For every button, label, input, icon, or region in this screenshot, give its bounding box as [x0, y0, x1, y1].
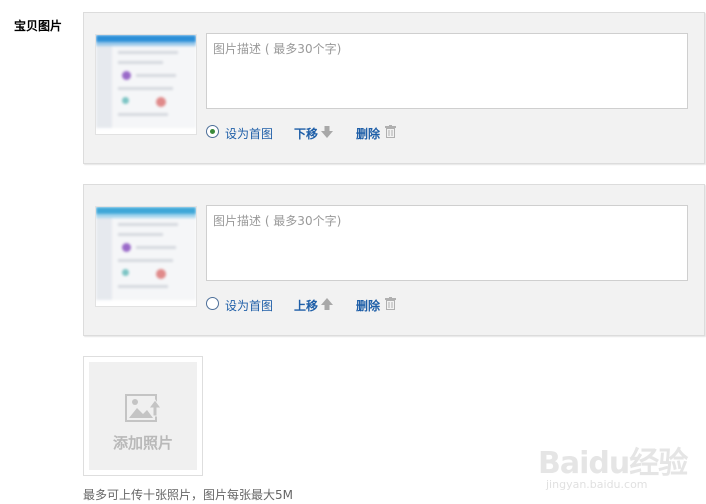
delete-button[interactable]: 删除 — [356, 297, 380, 314]
delete-button[interactable]: 删除 — [356, 125, 380, 142]
trash-icon[interactable] — [385, 297, 396, 310]
arrow-down-icon[interactable] — [321, 126, 333, 138]
set-cover-label[interactable]: 设为首图 — [225, 297, 273, 314]
set-cover-label[interactable]: 设为首图 — [225, 125, 273, 142]
card-actions: 设为首图 上移 删除 — [206, 295, 506, 313]
set-cover-radio[interactable] — [206, 297, 219, 310]
photo-card: 图片描述 ( 最多30个字) 设为首图 上移 删除 — [83, 184, 705, 336]
upload-hint: 最多可上传十张照片，图片每张最大5M — [83, 488, 293, 502]
image-upload-icon — [125, 394, 161, 422]
photo-thumbnail[interactable] — [95, 34, 197, 135]
move-down-button[interactable]: 下移 — [294, 125, 318, 142]
move-up-button[interactable]: 上移 — [294, 297, 318, 314]
watermark-url: jingyan.baidu.com — [546, 478, 648, 491]
arrow-up-icon[interactable] — [321, 298, 333, 310]
photo-card: 图片描述 ( 最多30个字) 设为首图 下移 删除 — [83, 12, 705, 164]
watermark-text: Baidu经验 — [538, 446, 688, 481]
description-input[interactable]: 图片描述 ( 最多30个字) — [206, 33, 688, 109]
add-photo-label: 添加照片 — [112, 434, 173, 452]
card-actions: 设为首图 下移 删除 — [206, 123, 506, 141]
set-cover-radio[interactable] — [206, 125, 219, 138]
field-label: 宝贝图片 — [14, 19, 63, 33]
trash-icon[interactable] — [385, 125, 396, 138]
watermark: Baidu经验 jingyan.baidu.com — [538, 428, 698, 498]
add-photo-button[interactable]: 添加照片 — [83, 356, 203, 476]
photo-thumbnail[interactable] — [95, 206, 197, 307]
description-input[interactable]: 图片描述 ( 最多30个字) — [206, 205, 688, 281]
